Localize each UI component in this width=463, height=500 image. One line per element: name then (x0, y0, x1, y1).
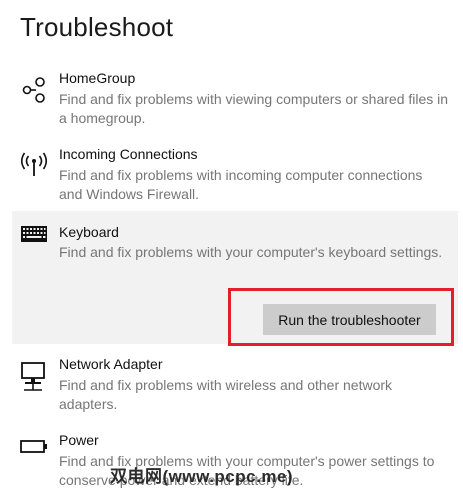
item-description: Find and fix problems with wireless and … (59, 377, 393, 412)
troubleshooter-item-network-adapter[interactable]: Network Adapter Find and fix problems wi… (12, 356, 458, 418)
homegroup-icon (20, 76, 50, 106)
troubleshoot-page: Troubleshoot HomeGroup Find and fix prob… (0, 0, 463, 500)
item-name: HomeGroup (59, 70, 136, 86)
page-title: Troubleshoot (20, 12, 174, 42)
highlight-annotation (228, 288, 454, 346)
battery-icon (20, 436, 50, 466)
item-name: Incoming Connections (59, 146, 198, 162)
network-adapter-icon (20, 362, 50, 392)
watermark: 双电网(www.pcpc.me) (110, 467, 294, 486)
item-description: Find and fix problems with viewing compu… (59, 91, 449, 126)
item-name: Network Adapter (59, 356, 163, 372)
antenna-icon (20, 152, 50, 182)
item-description: Find and fix problems with your computer… (59, 244, 443, 260)
item-description: Find and fix problems with incoming comp… (59, 167, 423, 202)
item-name: Power (59, 432, 99, 448)
item-name: Keyboard (59, 224, 119, 240)
keyboard-icon (20, 225, 50, 255)
troubleshooter-item-incoming-connections[interactable]: Incoming Connections Find and fix proble… (12, 146, 458, 208)
troubleshooter-item-homegroup[interactable]: HomeGroup Find and fix problems with vie… (12, 70, 458, 132)
